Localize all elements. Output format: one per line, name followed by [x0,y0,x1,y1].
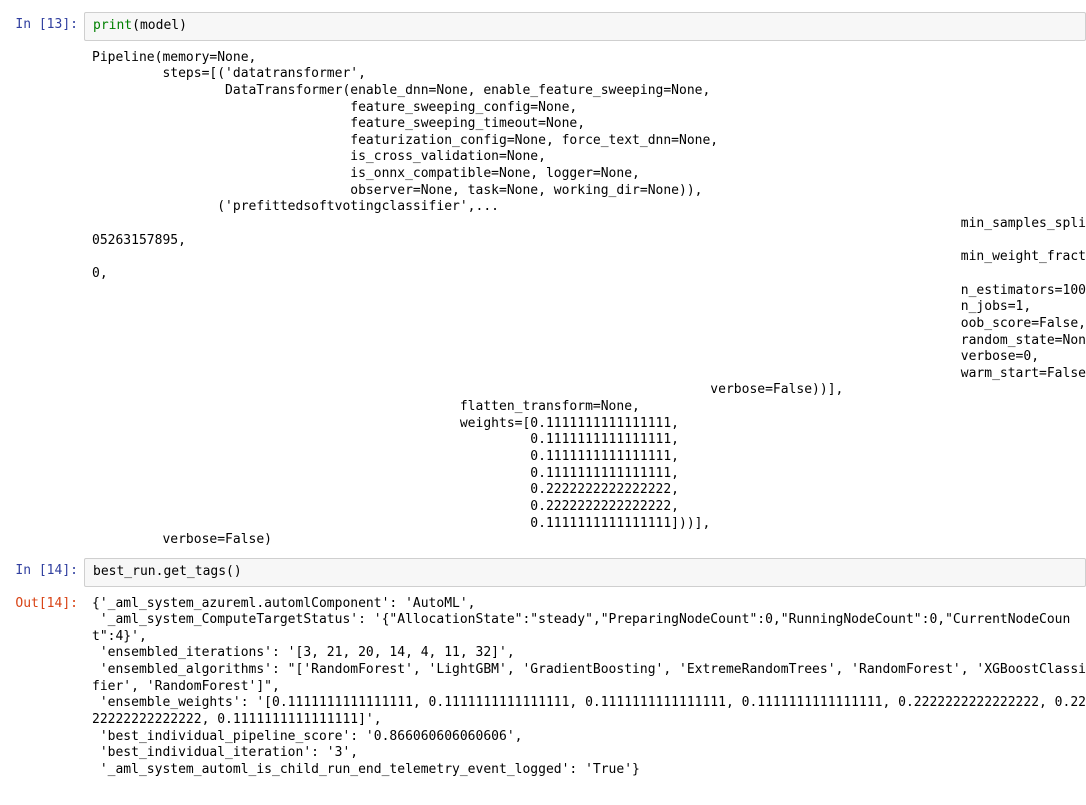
code-cell-13: In [13]: print(model) [0,12,1086,41]
input-prompt: In [13]: [0,12,84,41]
cell-body: Pipeline(memory=None, steps=[('datatrans… [84,45,1086,554]
code-cell-14: In [14]: best_run.get_tags() [0,558,1086,587]
output-prompt: Out[14]: [0,591,84,784]
code-content: best_run.get_tags() [93,564,1077,581]
code-input-area[interactable]: print(model) [84,12,1086,41]
output-cell-13: Pipeline(memory=None, steps=[('datatrans… [0,45,1086,554]
cell-body: best_run.get_tags() [84,558,1086,587]
code-content: print(model) [93,18,1077,35]
code-input-area[interactable]: best_run.get_tags() [84,558,1086,587]
output-cell-14: Out[14]: {'_aml_system_azureml.automlCom… [0,591,1086,784]
cell-body: print(model) [84,12,1086,41]
input-prompt: In [14]: [0,558,84,587]
output-prompt-empty [0,45,84,554]
stdout-output: Pipeline(memory=None, steps=[('datatrans… [84,45,1086,554]
execute-result: {'_aml_system_azureml.automlComponent': … [84,591,1086,784]
cell-body: {'_aml_system_azureml.automlComponent': … [84,591,1086,784]
